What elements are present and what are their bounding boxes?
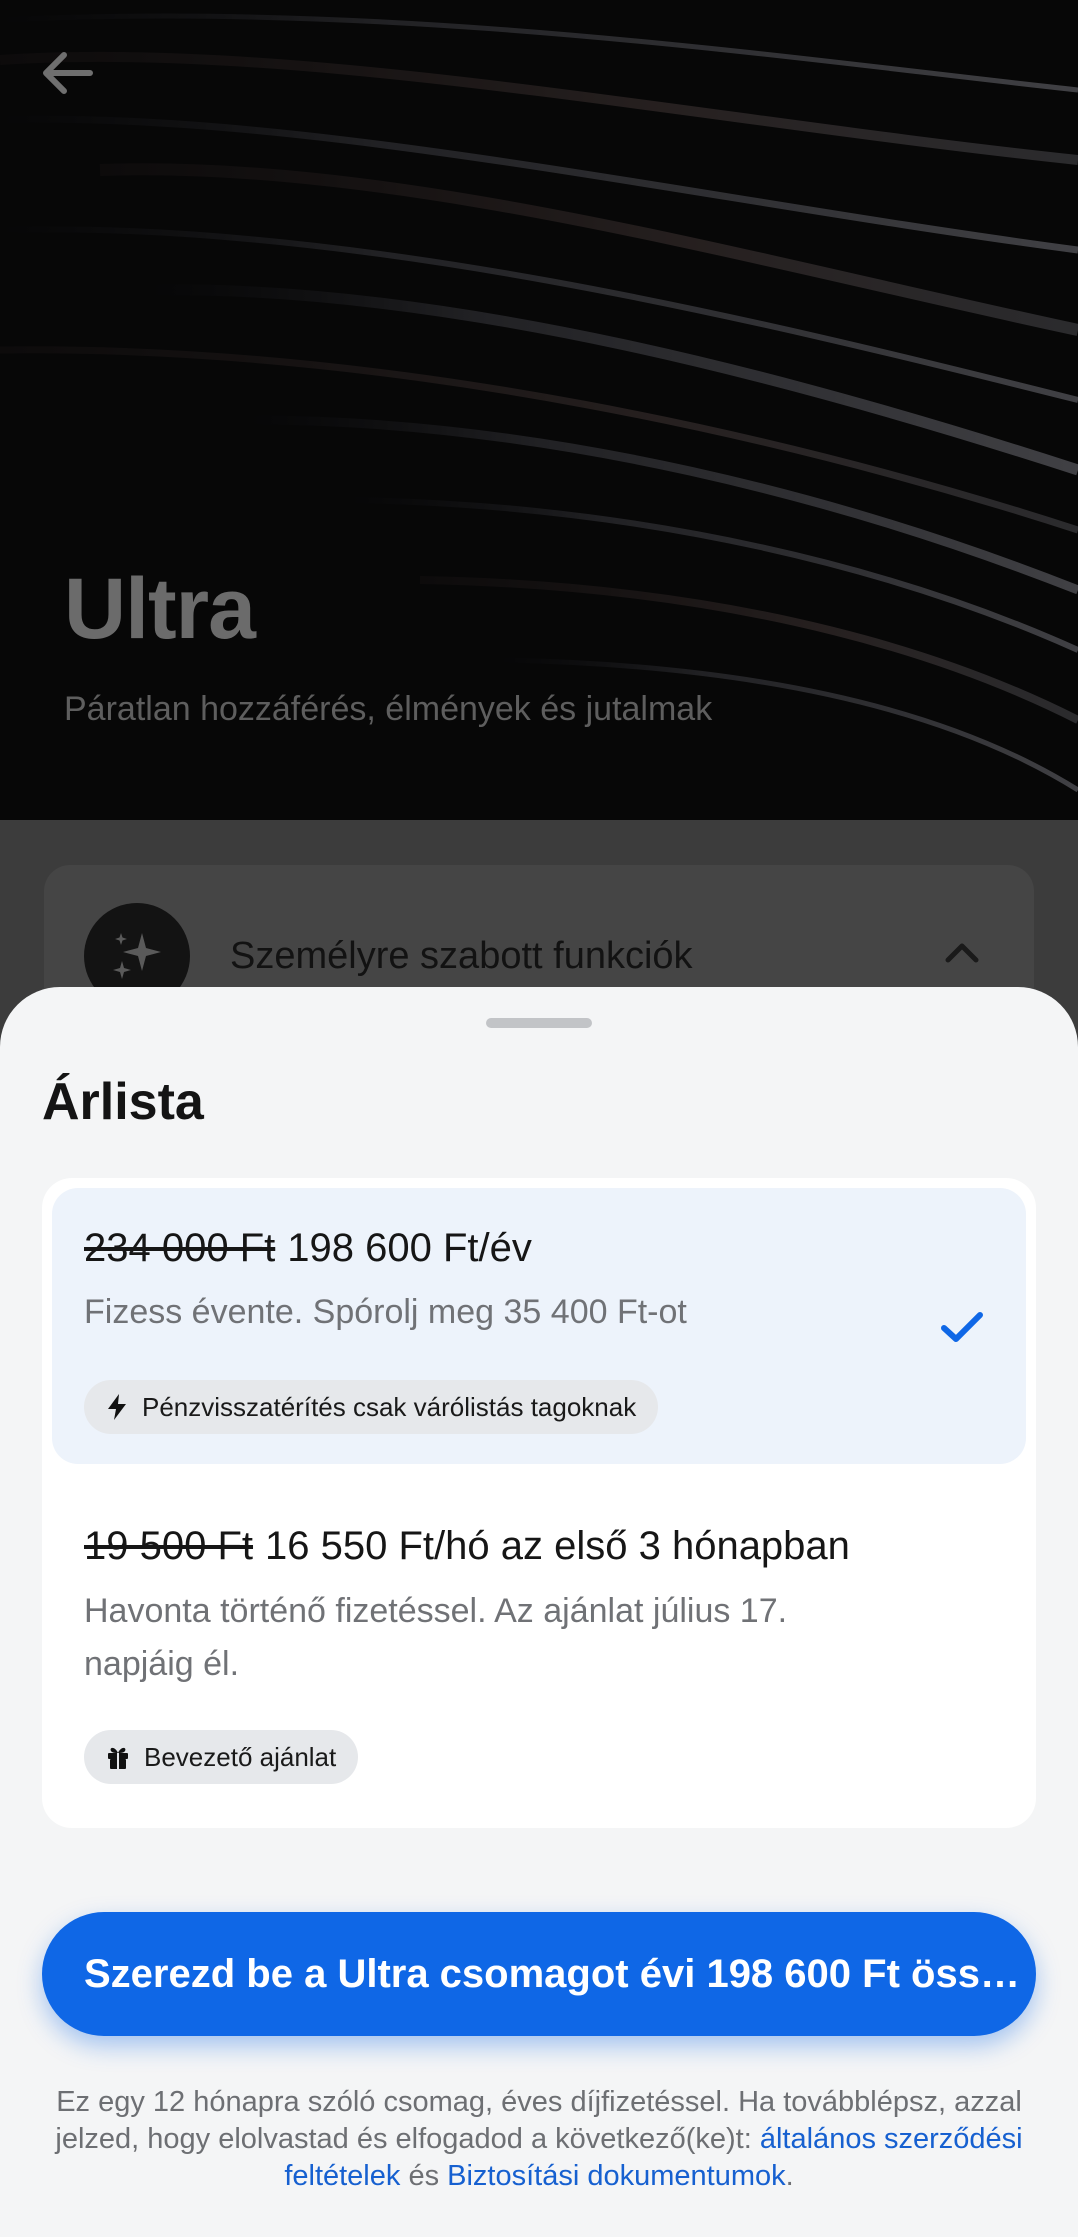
plan-yearly-description: Fizess évente. Spórolj meg 35 400 Ft-ot bbox=[84, 1293, 687, 1331]
checkmark-icon bbox=[941, 1312, 983, 1342]
feature-label: Személyre szabott funkciók bbox=[230, 935, 693, 977]
legal-text-2: és bbox=[400, 2160, 448, 2192]
hero-title: Ultra bbox=[64, 561, 256, 657]
cashback-badge: Pénzvisszatérítés csak várólistás tagokn… bbox=[84, 1380, 659, 1434]
plan-monthly-price[interactable]: 19 500 Ft 16 550 Ft/hó az első 3 hónapban bbox=[84, 1524, 850, 1569]
legal-text-3: . bbox=[785, 2160, 794, 2192]
subscribe-button[interactable]: Szerezd be a Ultra csomagot évi 198 600 … bbox=[42, 1912, 1036, 2036]
plan-monthly-old-price: 19 500 Ft bbox=[84, 1524, 254, 1568]
plan-monthly-description-line2: napjáig él. bbox=[84, 1645, 240, 1683]
plan-monthly-description: Havonta történő fizetéssel. Az ajánlat j… bbox=[84, 1585, 787, 1691]
cashback-badge-label: Pénzvisszatérítés csak várólistás tagokn… bbox=[142, 1391, 637, 1422]
intro-offer-badge-label: Bevezető ajánlat bbox=[144, 1741, 337, 1772]
insurance-documents-link[interactable]: Biztosítási dokumentumok bbox=[447, 2160, 785, 2192]
intro-offer-badge: Bevezető ajánlat bbox=[84, 1730, 359, 1784]
plan-yearly-new-price: 198 600 Ft/év bbox=[287, 1226, 532, 1270]
hero-banner: Ultra Páratlan hozzáférés, élmények és j… bbox=[0, 0, 1078, 820]
chevron-up-icon bbox=[945, 943, 979, 963]
sheet-drag-handle[interactable] bbox=[486, 1018, 592, 1028]
legal-notice: Ez egy 12 hónapra szóló csomag, éves díj… bbox=[50, 2084, 1028, 2195]
plan-yearly-price: 234 000 Ft 198 600 Ft/év bbox=[84, 1226, 532, 1271]
plan-monthly-description-line1: Havonta történő fizetéssel. Az ajánlat j… bbox=[84, 1592, 788, 1630]
sheet-title: Árlista bbox=[42, 1073, 204, 1131]
plan-yearly-old-price: 234 000 Ft bbox=[84, 1226, 276, 1270]
hero-subtitle: Páratlan hozzáférés, élmények és jutalma… bbox=[64, 690, 713, 728]
lightning-icon bbox=[108, 1394, 126, 1420]
subscribe-button-label: Szerezd be a Ultra csomagot évi 198 600 … bbox=[84, 1951, 1029, 1996]
arrow-left-icon[interactable] bbox=[40, 50, 94, 96]
gift-icon bbox=[108, 1747, 128, 1769]
plan-monthly-new-price: 16 550 Ft/hó az első 3 hónapban bbox=[265, 1524, 850, 1568]
